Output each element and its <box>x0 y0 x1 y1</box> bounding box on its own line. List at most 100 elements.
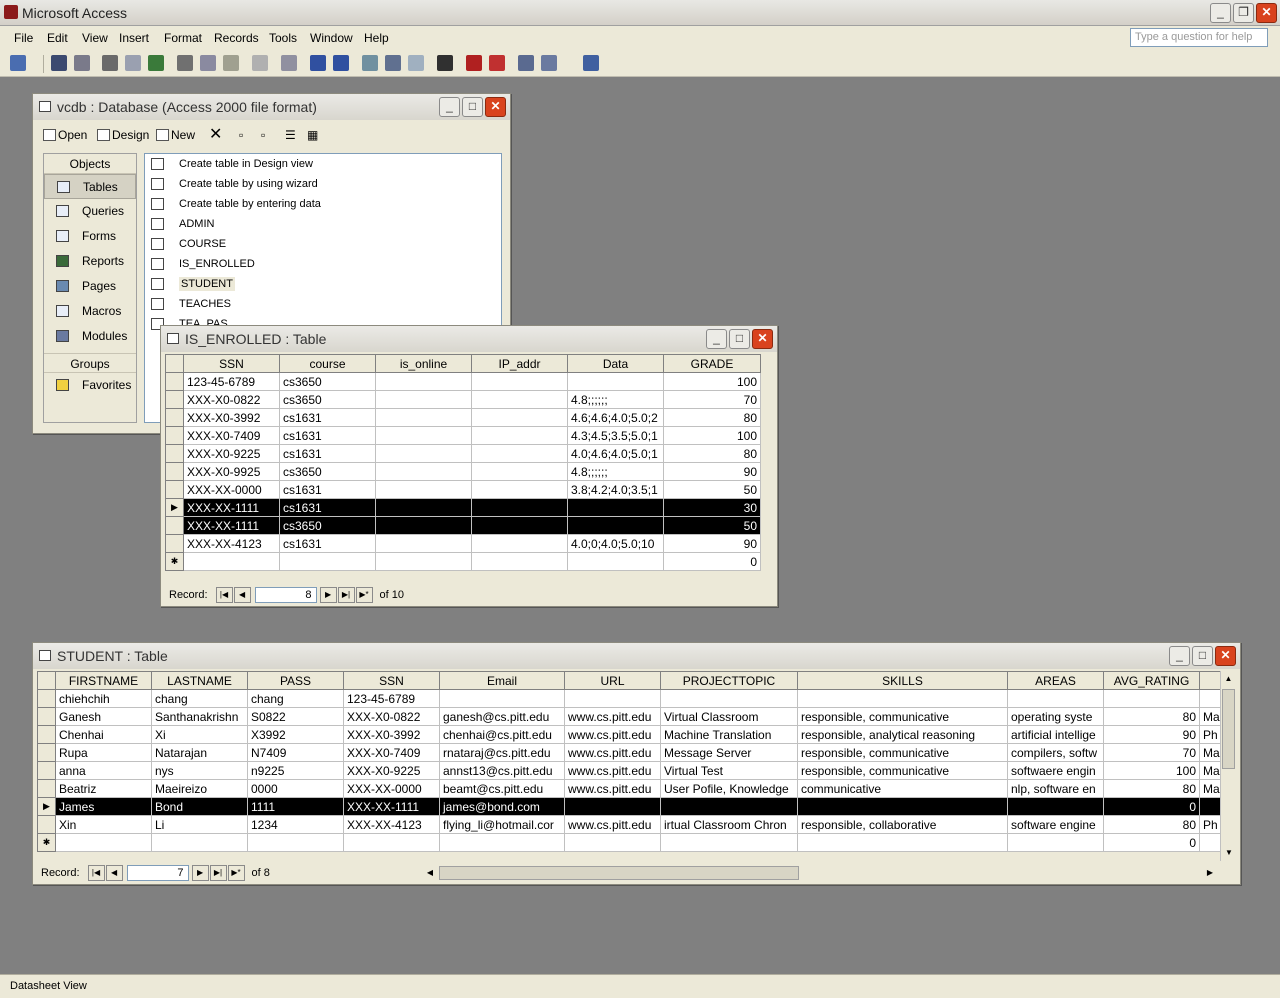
table-cell[interactable]: chiehchih <box>55 689 152 708</box>
table-cell[interactable]: beamt@cs.pitt.edu <box>439 779 565 798</box>
student-minimize-button[interactable]: _ <box>1169 646 1190 666</box>
table-cell[interactable]: annst13@cs.pitt.edu <box>439 761 565 780</box>
record-selector[interactable] <box>37 815 56 834</box>
table-cell[interactable]: communicative <box>797 779 1008 798</box>
table-cell[interactable] <box>375 480 472 499</box>
record-selector[interactable] <box>165 426 184 445</box>
is-enrolled-titlebar[interactable]: IS_ENROLLED : Table _ □ ✕ <box>161 326 777 352</box>
copy-icon[interactable] <box>200 55 216 71</box>
first-record-button[interactable]: |◀ <box>215 587 233 603</box>
record-selector[interactable] <box>165 390 184 409</box>
table-cell[interactable]: cs3650 <box>279 462 376 481</box>
table-cell[interactable]: 4.0;0;4.0;5.0;10 <box>567 534 664 553</box>
column-header[interactable]: AREAS <box>1007 671 1104 690</box>
select-all-corner[interactable] <box>37 671 56 690</box>
menu-records[interactable]: Records <box>214 31 259 45</box>
menu-view[interactable]: View <box>82 31 108 45</box>
column-header[interactable]: SSN <box>343 671 440 690</box>
table-cell[interactable] <box>471 408 568 427</box>
minimize-button[interactable]: _ <box>1210 3 1231 23</box>
table-cell[interactable]: Message Server <box>660 743 798 762</box>
record-selector[interactable]: ▶ <box>165 498 184 517</box>
table-cell[interactable]: 3.8;4.2;4.0;3.5;1 <box>567 480 664 499</box>
table-cell[interactable]: cs3650 <box>279 390 376 409</box>
column-header[interactable]: PASS <box>247 671 344 690</box>
column-header[interactable]: FIRSTNAME <box>55 671 152 690</box>
large-icons-icon[interactable]: ▫ <box>239 128 243 142</box>
record-selector[interactable] <box>165 480 184 499</box>
table-cell[interactable]: www.cs.pitt.edu <box>564 761 661 780</box>
first-record-button[interactable]: |◀ <box>87 865 105 881</box>
table-cell[interactable]: 1234 <box>247 815 344 834</box>
table-cell[interactable]: X3992 <box>247 725 344 744</box>
table-cell[interactable]: 80 <box>1103 815 1200 834</box>
table-cell[interactable] <box>151 833 248 852</box>
table-cell[interactable]: XXX-X0-0822 <box>343 707 440 726</box>
table-cell[interactable]: XXX-XX-0000 <box>183 480 280 499</box>
table-cell[interactable]: Virtual Classroom <box>660 707 798 726</box>
table-cell[interactable]: www.cs.pitt.edu <box>564 815 661 834</box>
table-row[interactable]: XXX-X0-7409 cs1631 4.3;4.5;3.5;5.0;1 100 <box>165 426 761 445</box>
record-selector[interactable] <box>165 462 184 481</box>
table-cell[interactable]: cs1631 <box>279 408 376 427</box>
table-row[interactable]: XXX-X0-0822 cs3650 4.8;;;;;; 70 <box>165 390 761 409</box>
table-cell[interactable]: 90 <box>1103 725 1200 744</box>
table-cell[interactable] <box>183 552 280 571</box>
table-cell[interactable]: cs3650 <box>279 516 376 535</box>
prev-record-button[interactable]: ◀ <box>105 865 123 881</box>
table-row[interactable]: ✱ 0 <box>37 833 1220 852</box>
table-cell[interactable] <box>564 689 661 708</box>
table-cell[interactable]: 80 <box>663 444 761 463</box>
table-cell[interactable]: XXX-XX-4123 <box>183 534 280 553</box>
table-cell[interactable]: XXX-XX-4123 <box>343 815 440 834</box>
table-cell[interactable]: anna <box>55 761 152 780</box>
table-cell[interactable] <box>797 797 1008 816</box>
database-window-titlebar[interactable]: vcdb : Database (Access 2000 file format… <box>33 94 510 120</box>
table-row[interactable]: Chenhai Xi X3992 XXX-X0-3992 chenhai@cs.pitt… <box>37 725 1220 744</box>
table-cell[interactable] <box>797 833 1008 852</box>
table-cell[interactable]: flying_li@hotmail.cor <box>439 815 565 834</box>
table-cell[interactable]: cs3650 <box>279 372 376 391</box>
paste-icon[interactable] <box>223 55 239 71</box>
table-cell[interactable]: chang <box>247 689 344 708</box>
table-cell[interactable]: 123-45-6789 <box>343 689 440 708</box>
table-cell[interactable]: 4.6;4.6;4.0;5.0;2 <box>567 408 664 427</box>
table-cell[interactable]: Bond <box>151 797 248 816</box>
table-cell[interactable] <box>564 797 661 816</box>
table-cell[interactable]: Li <box>151 815 248 834</box>
table-cell[interactable]: Maeireizo <box>151 779 248 798</box>
table-cell[interactable]: 0 <box>1103 833 1200 852</box>
table-cell[interactable]: 70 <box>1103 743 1200 762</box>
table-cell[interactable] <box>343 833 440 852</box>
restore-button[interactable]: ❐ <box>1233 3 1254 23</box>
table-cell[interactable] <box>660 797 798 816</box>
table-cell[interactable] <box>247 833 344 852</box>
view-icon[interactable] <box>10 55 26 71</box>
table-cell[interactable]: cs1631 <box>279 426 376 445</box>
table-row[interactable]: chiehchih chang chang 123-45-6789 <box>37 689 1220 708</box>
db-close-button[interactable]: ✕ <box>485 97 506 117</box>
table-row[interactable]: ▶ XXX-XX-1111 cs1631 30 <box>165 498 761 517</box>
record-selector[interactable] <box>37 725 56 744</box>
table-row[interactable]: XXX-XX-1111 cs3650 50 <box>165 516 761 535</box>
table-cell[interactable] <box>471 516 568 535</box>
object-reports[interactable]: Reports <box>44 249 136 274</box>
table-cell[interactable]: Chenhai <box>55 725 152 744</box>
table-cell[interactable]: 1111 <box>247 797 344 816</box>
table-cell[interactable]: responsible, collaborative <box>797 815 1008 834</box>
record-number-input[interactable]: 8 <box>254 587 317 603</box>
table-cell[interactable] <box>375 408 472 427</box>
table-cell[interactable] <box>1199 689 1220 708</box>
list-item[interactable]: Create table by entering data <box>145 194 501 214</box>
table-cell[interactable] <box>375 552 472 571</box>
object-modules[interactable]: Modules <box>44 324 136 349</box>
table-row[interactable]: XXX-X0-3992 cs1631 4.6;4.6;4.0;5.0;2 80 <box>165 408 761 427</box>
open-button[interactable]: Open <box>43 128 87 142</box>
list-item[interactable]: STUDENT <box>145 274 501 294</box>
table-cell[interactable] <box>567 552 664 571</box>
table-cell[interactable]: Virtual Test <box>660 761 798 780</box>
table-cell[interactable] <box>375 444 472 463</box>
column-header[interactable]: course <box>279 354 376 373</box>
table-cell[interactable]: XXX-X0-3992 <box>183 408 280 427</box>
new-object-icon[interactable] <box>541 55 557 71</box>
